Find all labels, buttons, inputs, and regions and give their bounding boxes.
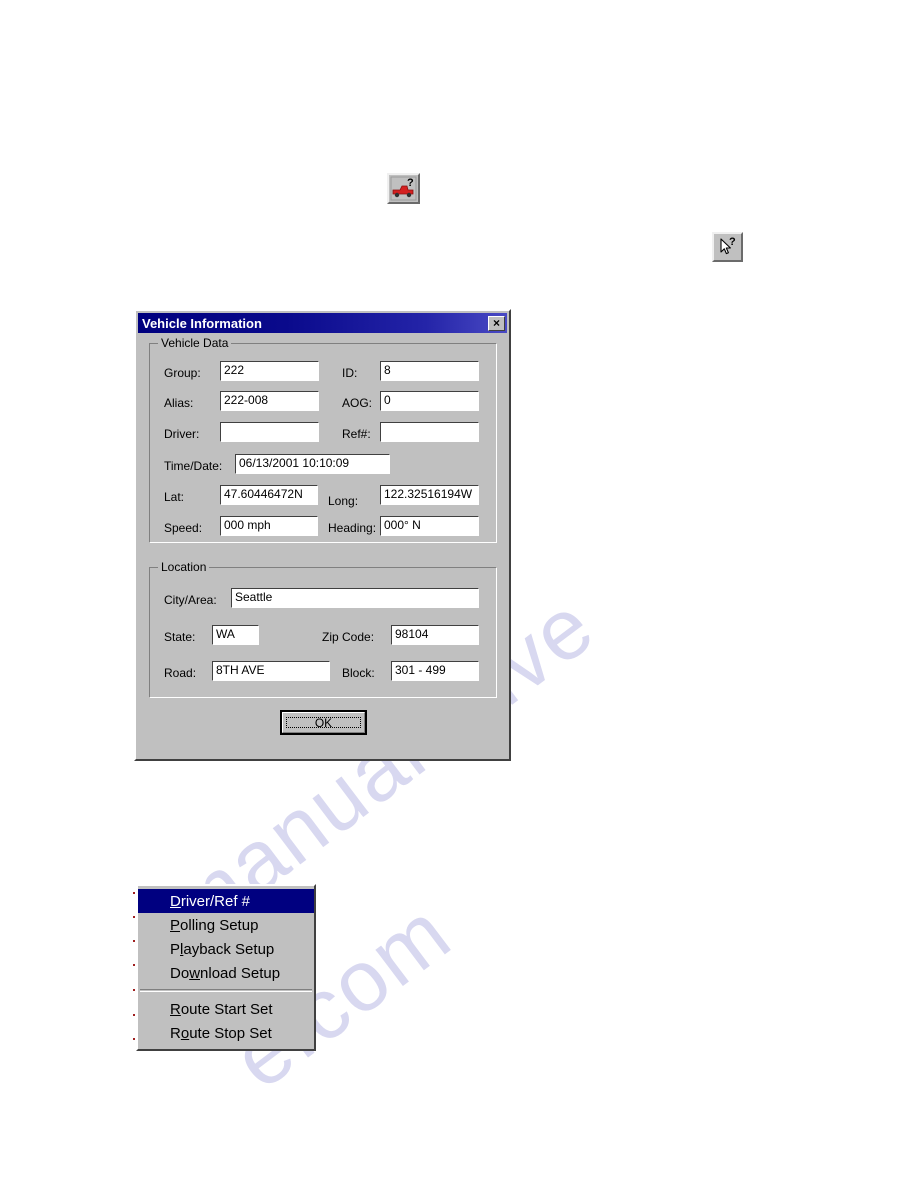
group-input[interactable]: 222 bbox=[220, 361, 319, 381]
close-button[interactable]: × bbox=[488, 315, 505, 331]
speed-label: Speed: bbox=[164, 521, 203, 535]
heading-input[interactable]: 000° N bbox=[380, 516, 479, 536]
long-label: Long: bbox=[328, 494, 359, 508]
id-input[interactable]: 8 bbox=[380, 361, 479, 381]
menu-separator bbox=[140, 989, 312, 992]
menu-item-label: Route Stop Set bbox=[170, 1024, 272, 1042]
timedate-input[interactable]: 06/13/2001 10:10:09 bbox=[235, 454, 390, 474]
driver-input[interactable] bbox=[220, 422, 319, 442]
block-label: Block: bbox=[342, 666, 375, 680]
arrow-question-glyph: ? bbox=[714, 234, 741, 260]
dialog-titlebar[interactable]: Vehicle Information × bbox=[138, 313, 507, 333]
vehicle-information-dialog: Vehicle Information × Vehicle Data Group… bbox=[134, 309, 511, 761]
speed-input[interactable]: 000 mph bbox=[220, 516, 318, 536]
ref-label: Ref#: bbox=[342, 427, 371, 441]
heading-label: Heading: bbox=[328, 521, 377, 535]
long-input[interactable]: 122.32516194W bbox=[380, 485, 479, 505]
aog-label: AOG: bbox=[342, 396, 373, 410]
block-input[interactable]: 301 - 499 bbox=[391, 661, 479, 681]
ok-button-label: OK bbox=[314, 715, 333, 730]
menu-item-playback-setup[interactable]: Playback Setup bbox=[138, 937, 314, 961]
menu-item-label: Driver/Ref # bbox=[170, 892, 251, 910]
zip-code-label: Zip Code: bbox=[322, 630, 375, 644]
alias-label: Alias: bbox=[164, 396, 194, 410]
ok-button-bevel: OK bbox=[282, 712, 365, 733]
ok-button-focus-ring: OK bbox=[286, 715, 361, 730]
menu-item-driver-ref[interactable]: Driver/Ref # bbox=[138, 889, 314, 913]
lat-input[interactable]: 47.60446472N bbox=[220, 485, 318, 505]
menu-edge-artifacts bbox=[131, 886, 138, 1053]
whats-this-help-icon[interactable]: ? bbox=[712, 232, 743, 262]
close-icon: × bbox=[492, 316, 500, 330]
city-area-input[interactable]: Seattle bbox=[231, 588, 479, 608]
location-group-title: Location bbox=[158, 560, 210, 574]
road-input[interactable]: 8TH AVE bbox=[212, 661, 330, 681]
id-label: ID: bbox=[342, 366, 358, 380]
ok-button[interactable]: OK bbox=[280, 710, 367, 735]
menu-item-label: Download Setup bbox=[170, 964, 281, 982]
city-area-label: City/Area: bbox=[164, 593, 217, 607]
truck-help-glyph: ? bbox=[389, 175, 418, 202]
truck-help-icon[interactable]: ? bbox=[387, 173, 420, 204]
lat-label: Lat: bbox=[164, 490, 185, 504]
svg-text:?: ? bbox=[407, 177, 414, 189]
zip-code-input[interactable]: 98104 bbox=[391, 625, 479, 645]
timedate-label: Time/Date: bbox=[164, 459, 223, 473]
aog-input[interactable]: 0 bbox=[380, 391, 479, 411]
menu-item-route-stop-set[interactable]: Route Stop Set bbox=[138, 1021, 314, 1045]
vehicle-context-menu: Driver/Ref # Polling Setup Playback Setu… bbox=[133, 884, 316, 1051]
ref-input[interactable] bbox=[380, 422, 479, 442]
menu-item-route-start-set[interactable]: Route Start Set bbox=[138, 997, 314, 1021]
vehicle-data-group: Vehicle Data Group: 222 ID: 8 Alias: 222… bbox=[149, 336, 497, 543]
dialog-title: Vehicle Information bbox=[142, 315, 262, 331]
vehicle-data-group-title: Vehicle Data bbox=[158, 336, 232, 350]
menu-item-label: Route Start Set bbox=[170, 1000, 273, 1018]
location-group: Location City/Area: Seattle State: WA Zi… bbox=[149, 560, 497, 698]
menu-item-polling-setup[interactable]: Polling Setup bbox=[138, 913, 314, 937]
svg-text:?: ? bbox=[729, 236, 736, 248]
driver-label: Driver: bbox=[164, 427, 200, 441]
state-label: State: bbox=[164, 630, 196, 644]
road-label: Road: bbox=[164, 666, 197, 680]
menu-item-label: Playback Setup bbox=[170, 940, 275, 958]
group-label: Group: bbox=[164, 366, 201, 380]
menu-item-label: Polling Setup bbox=[170, 916, 259, 934]
menu-item-download-setup[interactable]: Download Setup bbox=[138, 961, 314, 985]
state-input[interactable]: WA bbox=[212, 625, 259, 645]
alias-input[interactable]: 222-008 bbox=[220, 391, 319, 411]
